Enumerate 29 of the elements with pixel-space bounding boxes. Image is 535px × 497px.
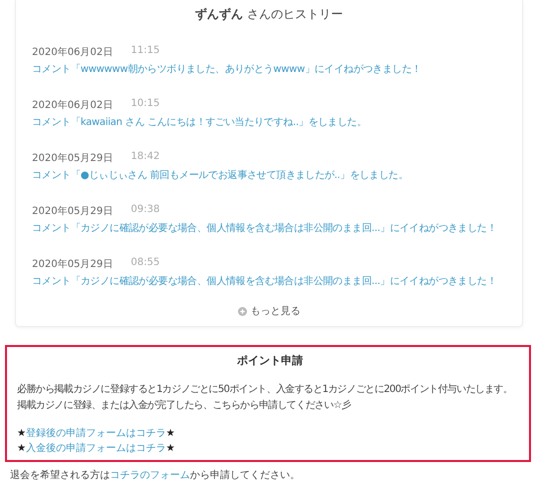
entry-date: 2020年05月29日 — [32, 152, 113, 165]
history-link[interactable]: コメント「カジノに確認が必要な場合、個人情報を含む場合は非公開のまま回...」にイイねがつきました！ — [32, 221, 506, 235]
entry-time: 11:15 — [130, 45, 160, 58]
show-more-link[interactable]: もっと見る — [238, 304, 300, 318]
star-mark: ★ — [166, 427, 175, 441]
entry-time: 18:42 — [130, 151, 160, 164]
entry-date: 2020年06月02日 — [32, 46, 113, 59]
entry-time: 10:15 — [130, 98, 160, 111]
entry-time: 09:38 — [130, 204, 160, 217]
history-link[interactable]: コメント「kawaiian さん こんにちは！すごい当たりですね..」をしました。 — [32, 115, 506, 129]
form-link[interactable]: コチラのフォーム — [110, 470, 190, 481]
entry-time: 08:55 — [130, 257, 160, 270]
entry-date: 2020年06月02日 — [32, 99, 113, 112]
plus-circle-icon — [238, 306, 246, 316]
entry-date: 2020年05月29日 — [32, 205, 113, 218]
history-title: ずんずん さんのヒストリー — [194, 6, 344, 23]
form-link[interactable]: 登録後の申請フォームはコチラ — [26, 426, 166, 441]
panel-text: 掲載カジノに登録、または入金が完了したら、こちらから申請してください☆彡 — [17, 398, 351, 413]
history-link[interactable]: コメント「カジノに確認が必要な場合、個人情報を含む場合は非公開のまま回...」にイイねがつきました！ — [32, 274, 506, 288]
withdrawal-note: 退会を希望される方はコチラのフォームから申請してください。 — [10, 468, 301, 482]
form-link[interactable]: 入金後の申請フォームはコチラ — [26, 441, 166, 456]
star-mark: ★ — [166, 442, 175, 456]
star-mark: ★ — [17, 442, 26, 456]
history-link[interactable]: コメント「●じぃじぃさん 前回もメールでお返事させて頂きましたが..」をしました。 — [32, 168, 506, 182]
panel-title: ポイント申請 — [236, 353, 304, 368]
panel-text: 必勝から掲載カジノに登録すると1カジノごとに50ポイント、入金すると1カジノごとに200ポイント付与いたします。 — [17, 382, 512, 397]
entry-date: 2020年05月29日 — [32, 258, 113, 271]
history-link[interactable]: コメント「wwwwww朝からツボりました、ありがとうwwww」にイイねがつきました！ — [32, 62, 506, 76]
star-mark: ★ — [17, 427, 26, 441]
